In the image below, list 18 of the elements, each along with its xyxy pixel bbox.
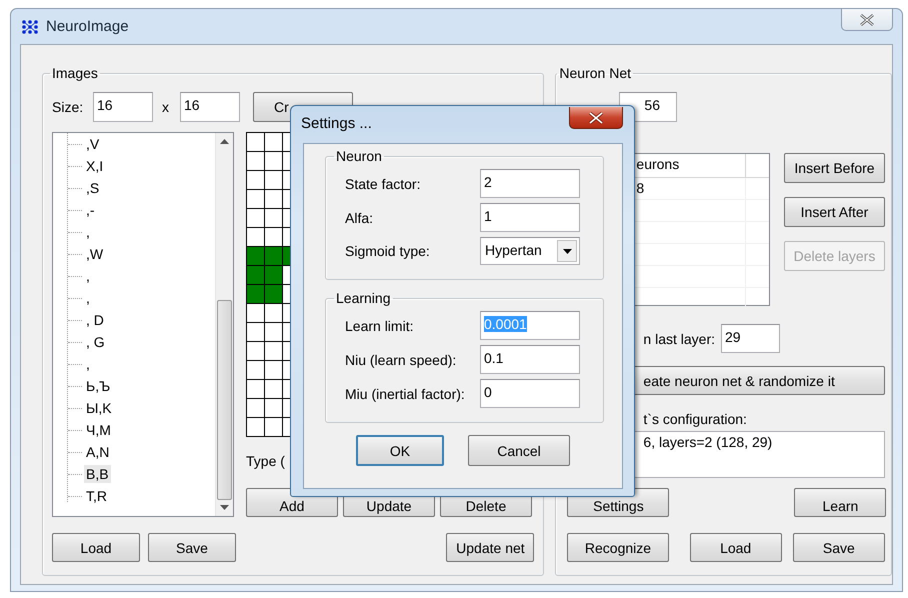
table-cell: 8: [636, 178, 746, 199]
type-label: Type (: [246, 453, 286, 470]
group-title: Neuron Net: [558, 65, 632, 81]
field-label: Miu (inertial factor):: [345, 386, 466, 402]
group-title: Neuron: [335, 148, 383, 164]
dialog-title: Settings ...: [301, 115, 372, 132]
group-title: Images: [51, 65, 99, 81]
field-label: Alfa:: [345, 210, 374, 226]
times-label: x: [162, 99, 169, 115]
configuration-label: t`s configuration:: [643, 411, 748, 428]
window-title: NeuroImage: [46, 18, 129, 35]
size-label: Size:: [52, 99, 84, 115]
field-label: Learn limit:: [345, 318, 414, 334]
field-label: Niu (learn speed):: [345, 352, 458, 368]
group-title: Learning: [335, 290, 392, 306]
field-label: State factor:: [345, 176, 422, 192]
field-label: Sigmoid type:: [345, 243, 431, 259]
last-layer-label: n last layer:: [643, 330, 715, 346]
